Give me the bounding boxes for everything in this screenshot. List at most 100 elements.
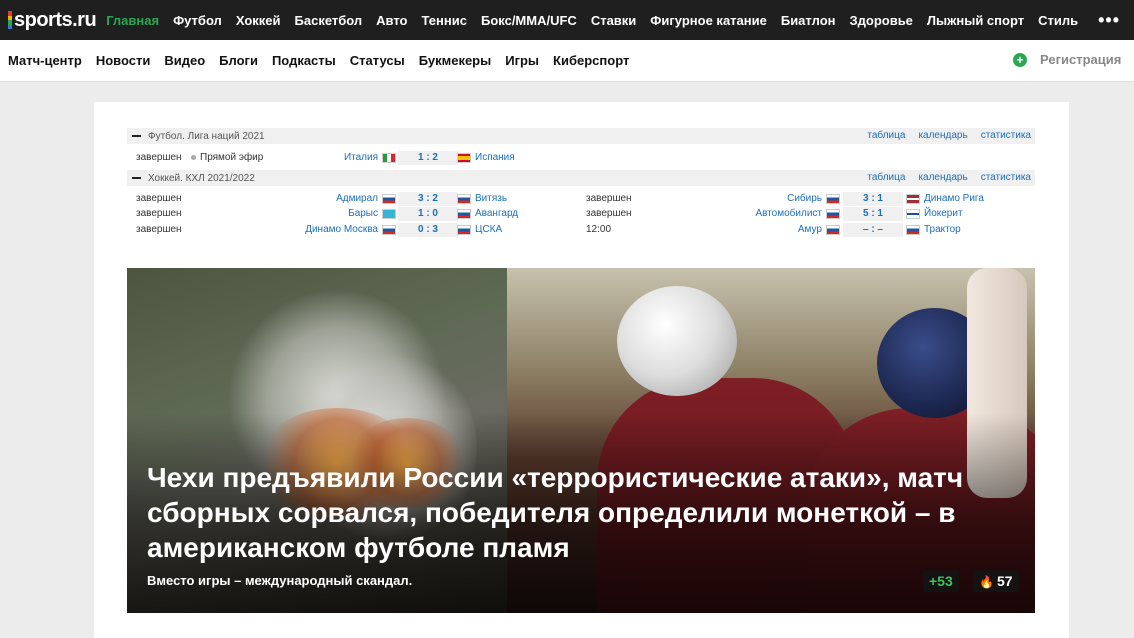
match-score[interactable]: 5 : 1 (843, 207, 903, 221)
nav-item-skiing[interactable]: Лыжный спорт (927, 13, 1024, 28)
nav-item-football[interactable]: Футбол (173, 13, 222, 28)
league-title: Хоккей. КХЛ 2021/2022 (148, 172, 255, 184)
away-team[interactable]: ЦСКА (457, 224, 502, 235)
finland-flag-icon (906, 208, 920, 219)
subnav-item-podcasts[interactable]: Подкасты (272, 53, 336, 68)
nav-item-home[interactable]: Главная (106, 13, 159, 28)
nav-item-boxing[interactable]: Бокс/ММА/UFC (481, 13, 577, 28)
russia-flag-icon (382, 193, 396, 204)
match-row[interactable]: завершен Автомобилист 5 : 1 Йокерит (586, 207, 986, 222)
home-team[interactable]: Амур (798, 224, 840, 235)
nav-item-basketball[interactable]: Баскетбол (295, 13, 363, 28)
nav-item-style[interactable]: Стиль (1038, 13, 1078, 28)
match-score[interactable]: – : – (843, 223, 903, 237)
league-links: таблица календарь статистика (854, 130, 1031, 141)
hero-article[interactable]: Чехи предъявили России «террористические… (127, 268, 1035, 613)
match-status: завершен (136, 224, 182, 235)
secondary-navigation-bar: Матч-центр Новости Видео Блоги Подкасты … (0, 40, 1134, 82)
nav-item-health[interactable]: Здоровье (849, 13, 912, 28)
home-team[interactable]: Автомобилист (755, 208, 840, 219)
nav-item-biathlon[interactable]: Биатлон (781, 13, 836, 28)
home-team[interactable]: Сибирь (787, 193, 840, 204)
match-status: завершен (586, 208, 632, 219)
subnav-item-match-center[interactable]: Матч-центр (8, 53, 82, 68)
league-header: Хоккей. КХЛ 2021/2022 таблица календарь … (127, 170, 1035, 186)
match-score[interactable]: 1 : 2 (398, 151, 458, 165)
league-calendar-link[interactable]: календарь (918, 130, 967, 141)
logo-mark-icon (8, 11, 12, 29)
away-team[interactable]: Испания (457, 152, 515, 163)
home-team[interactable]: Италия (344, 152, 396, 163)
subnav-item-video[interactable]: Видео (164, 53, 205, 68)
russia-flag-icon (382, 224, 396, 235)
away-team[interactable]: Авангард (457, 208, 518, 219)
league-title: Футбол. Лига наций 2021 (148, 130, 265, 142)
league-stats-link[interactable]: статистика (981, 172, 1031, 183)
russia-flag-icon (826, 193, 840, 204)
nav-item-tennis[interactable]: Теннис (422, 13, 467, 28)
hero-lead: Вместо игры – международный скандал. (147, 573, 413, 588)
match-status: завершен (136, 208, 182, 219)
match-status: завершен (586, 193, 632, 204)
site-logo[interactable]: sports.ru (8, 8, 97, 32)
match-score[interactable]: 0 : 3 (398, 223, 458, 237)
secondary-nav: Матч-центр Новости Видео Блоги Подкасты … (8, 53, 643, 68)
home-team[interactable]: Адмирал (336, 193, 396, 204)
league-calendar-link[interactable]: календарь (918, 172, 967, 183)
auth-area: + Регистрация В (1013, 52, 1134, 67)
rating-badge[interactable]: +53 (923, 570, 959, 592)
league-stats-link[interactable]: статистика (981, 130, 1031, 141)
away-team[interactable]: Витязь (457, 193, 507, 204)
comments-badge[interactable]: 🔥 57 (973, 570, 1019, 592)
match-time: 12:00 (586, 224, 612, 235)
subnav-item-news[interactable]: Новости (96, 53, 151, 68)
main-content-card: Футбол. Лига наций 2021 таблица календар… (94, 102, 1069, 638)
match-score[interactable]: 1 : 0 (398, 207, 458, 221)
league-table-link[interactable]: таблица (867, 130, 905, 141)
match-row[interactable]: завершен Барыс 1 : 0 Авангард (136, 207, 536, 222)
away-team[interactable]: Йокерит (906, 208, 963, 219)
live-dot-icon (191, 154, 196, 160)
russia-flag-icon (826, 224, 840, 235)
russia-flag-icon (906, 224, 920, 235)
more-menu-icon[interactable]: ••• (1098, 10, 1120, 31)
home-team[interactable]: Барыс (348, 208, 396, 219)
italy-flag-icon (382, 152, 396, 163)
match-score[interactable]: 3 : 1 (843, 192, 903, 206)
match-row[interactable]: завершен Прямой эфир Италия 1 : 2 Испани… (136, 151, 536, 166)
subnav-item-statuses[interactable]: Статусы (350, 53, 405, 68)
match-row[interactable]: завершен Адмирал 3 : 2 Витязь (136, 192, 536, 207)
plus-icon[interactable]: + (1013, 52, 1027, 67)
away-team[interactable]: Динамо Рига (906, 193, 984, 204)
home-team[interactable]: Динамо Москва (305, 224, 396, 235)
live-stream-label[interactable]: Прямой эфир (191, 152, 263, 163)
main-sections-nav: Главная Футбол Хоккей Баскетбол Авто Тен… (106, 10, 1120, 31)
comments-count: 57 (996, 573, 1013, 589)
russia-flag-icon (457, 193, 471, 204)
match-row[interactable]: завершен Сибирь 3 : 1 Динамо Рига (586, 192, 986, 207)
league-links: таблица календарь статистика (854, 172, 1031, 183)
collapse-icon[interactable] (132, 135, 141, 137)
collapse-icon[interactable] (132, 177, 141, 179)
subnav-item-esports[interactable]: Киберспорт (553, 53, 629, 68)
hero-headline[interactable]: Чехи предъявили России «террористические… (147, 460, 967, 565)
latvia-flag-icon (906, 193, 920, 204)
match-score[interactable]: 3 : 2 (398, 192, 458, 206)
nav-item-hockey[interactable]: Хоккей (236, 13, 281, 28)
logo-text: sports.ru (14, 8, 97, 31)
subnav-item-bookmakers[interactable]: Букмекеры (419, 53, 492, 68)
spain-flag-icon (457, 152, 471, 163)
league-header: Футбол. Лига наций 2021 таблица календар… (127, 128, 1035, 144)
nav-item-betting[interactable]: Ставки (591, 13, 636, 28)
russia-flag-icon (457, 208, 471, 219)
match-row[interactable]: завершен Динамо Москва 0 : 3 ЦСКА (136, 223, 536, 238)
subnav-item-games[interactable]: Игры (505, 53, 539, 68)
match-row[interactable]: 12:00 Амур – : – Трактор (586, 223, 986, 238)
away-team[interactable]: Трактор (906, 224, 961, 235)
nav-item-figure-skating[interactable]: Фигурное катание (650, 13, 767, 28)
league-table-link[interactable]: таблица (867, 172, 905, 183)
register-link[interactable]: Регистрация (1040, 52, 1121, 67)
subnav-item-blogs[interactable]: Блоги (219, 53, 258, 68)
nav-item-auto[interactable]: Авто (376, 13, 407, 28)
match-status: завершен (136, 193, 182, 204)
